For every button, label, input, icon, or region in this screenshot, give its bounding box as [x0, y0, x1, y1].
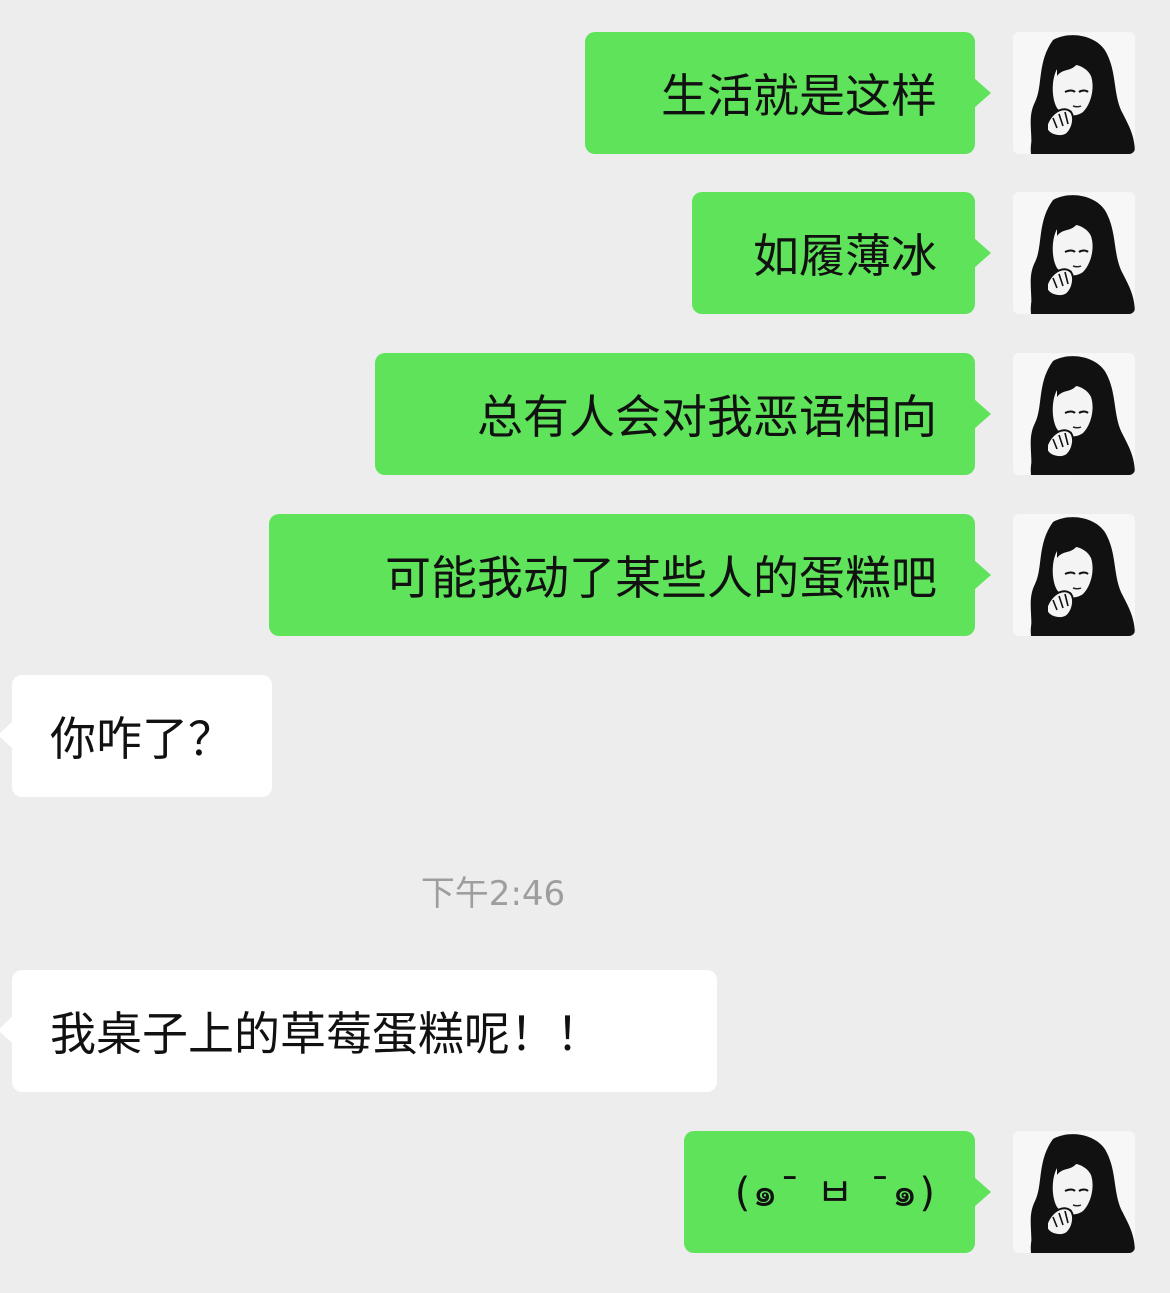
message-bubble-incoming[interactable]: 我桌子上的草莓蛋糕呢！！ [0, 970, 717, 1092]
message-text: 我桌子上的草莓蛋糕呢！！ [50, 1007, 602, 1061]
message-text: 总有人会对我恶语相向 [477, 390, 937, 444]
avatar-icon[interactable] [1013, 1131, 1135, 1253]
message-bubble-outgoing[interactable]: 可能我动了某些人的蛋糕吧 [269, 514, 991, 636]
avatar-icon[interactable] [1013, 32, 1135, 154]
message-text: 可能我动了某些人的蛋糕吧 [385, 551, 937, 605]
message-bubble-incoming[interactable]: 你咋了？ [0, 675, 272, 797]
avatar-icon[interactable] [1013, 192, 1135, 314]
message-bubble-outgoing[interactable]: 总有人会对我恶语相向 [375, 353, 991, 475]
message-text: 你咋了？ [50, 712, 234, 766]
message-text: (๑¯ ㅂ ¯๑) [734, 1170, 937, 1216]
message-bubble-outgoing[interactable]: (๑¯ ㅂ ¯๑) [684, 1131, 991, 1253]
message-bubble-outgoing[interactable]: 生活就是这样 [585, 32, 991, 154]
avatar-icon[interactable] [1013, 353, 1135, 475]
avatar-icon[interactable] [1013, 514, 1135, 636]
message-text: 如履薄冰 [753, 229, 937, 283]
message-bubble-outgoing[interactable]: 如履薄冰 [692, 192, 991, 314]
message-text: 生活就是这样 [661, 69, 937, 123]
timestamp: 下午2:46 [420, 874, 566, 914]
